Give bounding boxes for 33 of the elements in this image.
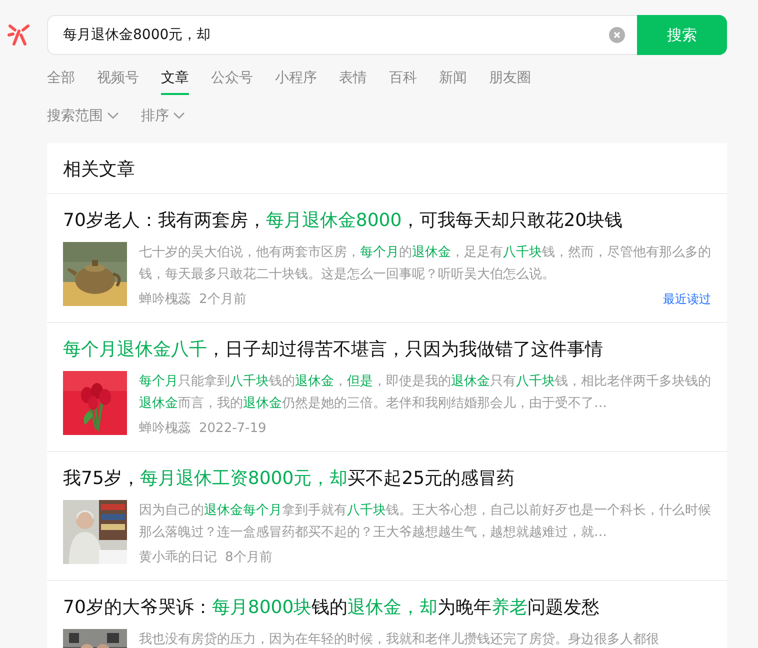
article-time: 8个月前 bbox=[225, 549, 272, 566]
chevron-down-icon bbox=[107, 112, 119, 120]
tab[interactable]: 视频号 bbox=[97, 69, 139, 95]
recently-read-label: 最近读过 bbox=[663, 290, 711, 308]
section-title: 相关文章 bbox=[47, 143, 727, 194]
filter-dropdown[interactable]: 搜索范围 bbox=[47, 107, 119, 125]
logo-icon bbox=[6, 22, 32, 48]
tab[interactable]: 百科 bbox=[389, 69, 417, 95]
filter-dropdown[interactable]: 排序 bbox=[141, 107, 185, 125]
tab[interactable]: 朋友圈 bbox=[489, 69, 531, 95]
article-title[interactable]: 我75岁，每月退休工资8000元，却买不起25元的感冒药 bbox=[63, 466, 711, 490]
article-snippet: 我也没有房贷的压力，因为在年轻的时候，我就和老伴儿攒钱还完了房贷。身边很多人都很 bbox=[139, 631, 660, 648]
clear-icon[interactable] bbox=[609, 27, 625, 43]
article-source[interactable]: 蝉吟槐蕊 bbox=[139, 290, 191, 308]
chevron-down-icon bbox=[173, 112, 185, 120]
article-snippet: 七十岁的吴大伯说，他有两套市区房，每个月 的退休金，足足有八千块钱，然而，尽管他有那么多的钱，每天最多只敢花二十块钱。这是怎么一回事呢？听听吴大伯怎么说。 bbox=[139, 244, 711, 284]
article-title[interactable]: 每个月退休金八千，日子却过得苦不堪言，只因为我做错了这件事情 bbox=[63, 337, 711, 361]
search-button[interactable]: 搜索 bbox=[637, 15, 727, 55]
article-source[interactable]: 黄小乖的日记 bbox=[139, 548, 217, 566]
tab[interactable]: 小程序 bbox=[275, 69, 317, 95]
tab[interactable]: 全部 bbox=[47, 69, 75, 95]
article-snippet: 每个月 只能拿到八千块钱的退休金，但是，即使是我的退休金只有八千块钱，相比老伴两千多块钱的 退休金而言，我的退休金仍然是她的三倍。老伴和我刚结婚那会儿，由于受不了… bbox=[139, 373, 711, 413]
search-field[interactable]: 每月退休金8000元，却 bbox=[47, 15, 637, 55]
article-title[interactable]: 70岁的大爷哭诉：每月8000块钱的退休金，却为晚年养老问题发愁 bbox=[63, 595, 711, 619]
article-title[interactable]: 70岁老人：我有两套房，每月退休金8000，可我每天却只敢花20块钱 bbox=[63, 208, 711, 232]
tab[interactable]: 新闻 bbox=[439, 69, 467, 95]
article-time: 2022-7-19 bbox=[199, 420, 266, 436]
tab[interactable]: 表情 bbox=[339, 69, 367, 95]
tab[interactable]: 文章 bbox=[161, 69, 189, 95]
article-snippet: 因为自己的退休金每个月 拿到手就有八千块钱。王大爷心想，自己以前好歹也是一个科长，什么时候那么落魄过？连一盒感冒药都买不起的？王大爷越想越生气，越想就越难过，就… bbox=[139, 502, 711, 542]
article-time: 2个月前 bbox=[199, 291, 246, 308]
tab[interactable]: 公众号 bbox=[211, 69, 253, 95]
article-source[interactable]: 蝉吟槐蕊 bbox=[139, 419, 191, 437]
